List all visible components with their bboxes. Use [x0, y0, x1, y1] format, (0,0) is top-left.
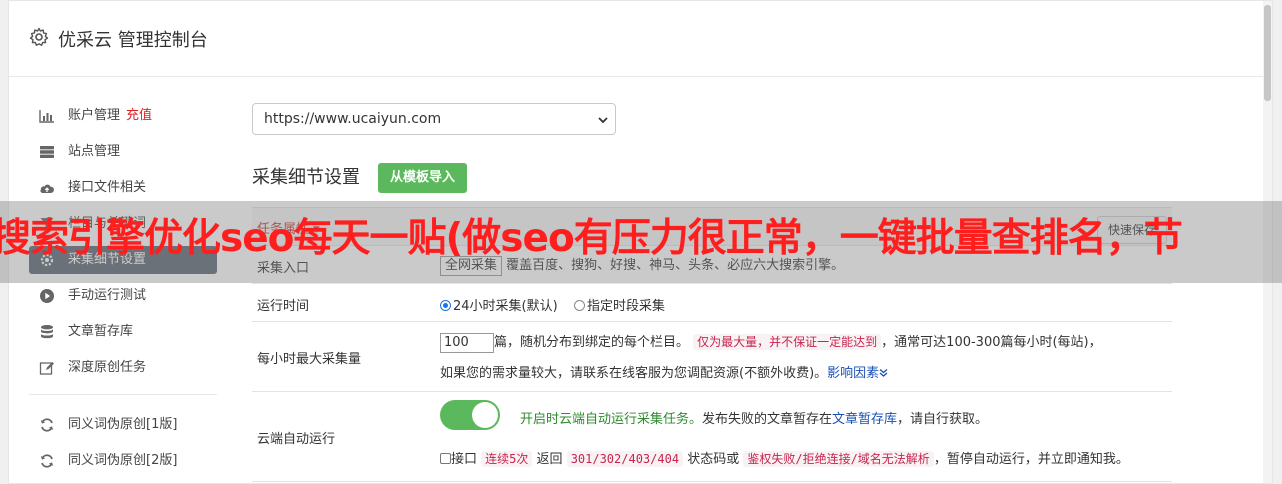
- cloud-auto-run-text-3: ，请自行获取。: [897, 412, 989, 427]
- max-per-hour-text-3: 如果您的需求量较大，请联系在线客服为您调配资源(不额外收费)。: [440, 366, 828, 381]
- database-icon: [41, 325, 53, 339]
- sidebar-item-synonym-v1[interactable]: 同义词伪原创[1版]: [29, 411, 217, 439]
- sidebar-item-label: 接口文件相关: [68, 180, 147, 195]
- article-storage-link[interactable]: 文章暂存库: [832, 412, 897, 427]
- gear-icon: [29, 27, 49, 46]
- cloud-auto-run-toggle[interactable]: [440, 400, 500, 430]
- runtime-option-scheduled: 指定时段采集: [586, 299, 665, 314]
- sidebar-item-label: 手动运行测试: [68, 288, 147, 303]
- double-chevron-down-icon[interactable]: [879, 368, 888, 378]
- header: 优采云 管理控制台: [9, 1, 1272, 77]
- play-icon: [40, 289, 54, 303]
- runtime-label: 运行时间: [257, 299, 310, 314]
- sidebar-item-account[interactable]: 账户管理 充值: [29, 102, 217, 130]
- sidebar-item-label: 同义词伪原创[2版]: [68, 453, 178, 468]
- import-template-button[interactable]: 从模板导入: [378, 163, 468, 193]
- runtime-option-24h: 24小时采集(默认): [453, 299, 558, 314]
- toggle-knob: [472, 402, 498, 428]
- max-per-hour-note: 仅为最大量，并不保证一定能达到: [693, 334, 882, 350]
- pause-text-4: ，暂停自动运行，并立即通知我。: [933, 452, 1129, 467]
- scrollbar-thumb[interactable]: [1264, 5, 1271, 101]
- sidebar-item-label: 文章暂存库: [68, 324, 134, 339]
- pause-text-1: 接口: [451, 452, 478, 467]
- table-row: 运行时间 24小时采集(默认) 指定时段采集: [252, 284, 1172, 322]
- section-title: 采集细节设置: [252, 167, 360, 188]
- sidebar-item-article-storage[interactable]: 文章暂存库: [29, 318, 217, 346]
- cloud-upload-icon: [40, 184, 54, 193]
- table-row: 云端自动运行 开启时云端自动运行采集任务。发布失败的文章暂存在文章暂存库，请自行…: [252, 392, 1172, 482]
- sidebar-divider: [29, 394, 217, 395]
- refresh-icon: [40, 454, 54, 468]
- cloud-auto-run-label: 云端自动运行: [257, 432, 336, 447]
- table-row: 每小时最大采集量 100 篇，随机分布到绑定的每个栏目。 仅为最大量，并不保证一定…: [252, 322, 1172, 392]
- max-per-hour-text: 篇，随机分布到绑定的每个栏目。: [494, 335, 690, 350]
- sidebar-item-interface-files[interactable]: 接口文件相关: [29, 174, 217, 202]
- pause-tag-errors: 鉴权失败/拒绝连接/域名无法解析: [743, 451, 934, 467]
- max-per-hour-label: 每小时最大采集量: [257, 352, 362, 367]
- chevron-down-icon: [598, 117, 608, 124]
- cloud-auto-run-text: 开启时云端自动运行采集任务。: [520, 412, 703, 427]
- pause-tag-status-codes: 301/302/403/404: [566, 451, 684, 467]
- server-icon: [40, 146, 54, 158]
- bar-chart-icon: [39, 110, 54, 123]
- cloud-auto-run-text-2: 发布失败的文章暂存在: [702, 412, 833, 427]
- refresh-icon: [40, 418, 54, 432]
- edit-icon: [39, 362, 54, 375]
- runtime-radio-24h[interactable]: [440, 300, 451, 311]
- sidebar-item-label: 账户管理: [68, 108, 121, 123]
- sidebar-item-sites[interactable]: 站点管理: [29, 138, 217, 166]
- pause-text-2: 返回: [536, 452, 563, 467]
- pause-text-3: 状态码或: [687, 452, 740, 467]
- site-select[interactable]: https://www.ucaiyun.com: [252, 103, 616, 135]
- sidebar-item-deep-original[interactable]: 深度原创任务: [29, 354, 217, 382]
- influence-factors-link[interactable]: 影响因素: [827, 366, 879, 381]
- recharge-badge[interactable]: 充值: [126, 108, 152, 123]
- sidebar-item-label: 同义词伪原创[1版]: [68, 417, 178, 432]
- pause-on-error-checkbox[interactable]: [440, 453, 451, 464]
- runtime-radio-scheduled[interactable]: [573, 300, 585, 311]
- sidebar-item-manual-test[interactable]: 手动运行测试: [29, 282, 217, 310]
- sidebar-item-label: 站点管理: [68, 144, 121, 159]
- sidebar-item-synonym-v2[interactable]: 同义词伪原创[2版]: [29, 447, 217, 475]
- site-select-value: https://www.ucaiyun.com: [264, 111, 442, 127]
- max-per-hour-text-2: ，通常可达100-300篇每小时(每站)，: [881, 335, 1102, 350]
- pause-tag-consecutive: 连续5次: [481, 451, 533, 467]
- max-per-hour-input[interactable]: 100: [440, 332, 494, 353]
- overlay-banner-text: 搜索引擎优化seo每天一贴(做seo有压力很正常，一键批量查排名，节: [0, 216, 1183, 261]
- sidebar-item-label: 深度原创任务: [68, 360, 147, 375]
- page-title: 优采云 管理控制台: [58, 30, 208, 51]
